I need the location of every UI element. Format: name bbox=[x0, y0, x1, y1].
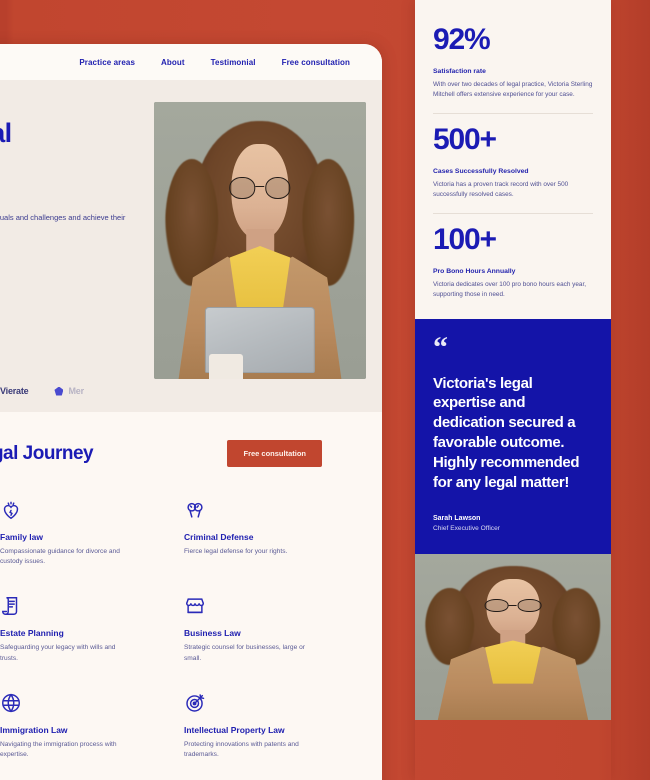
partner-item-vierate: Vierate bbox=[0, 386, 29, 396]
practice-card-description: Navigating the immigration process with … bbox=[0, 740, 117, 759]
practice-card-description: Compassionate guidance for divorce and c… bbox=[0, 548, 120, 566]
partner-name: Mer bbox=[68, 386, 84, 396]
practice-section-title: ur Legal Journey bbox=[0, 442, 94, 464]
storefront-icon bbox=[184, 595, 206, 617]
left-page-card: Practice areas About Testimonial Free co… bbox=[0, 44, 382, 780]
practice-cards-grid: Family law Compassionate guidance for di… bbox=[0, 499, 348, 760]
free-consultation-button[interactable]: Free consultation bbox=[227, 440, 322, 467]
portrait-illustration bbox=[154, 102, 366, 379]
pentagon-logo-icon bbox=[54, 386, 64, 396]
stat-description: With over two decades of legal practice,… bbox=[433, 80, 593, 98]
practice-card-immigration-law[interactable]: Immigration Law Navigating the immigrati… bbox=[0, 692, 164, 760]
portrait-glasses bbox=[484, 598, 542, 613]
practice-card-description: Strategic counsel for businesses, large … bbox=[184, 644, 305, 662]
testimonial-section: “ Victoria's legal expertise and dedicat… bbox=[415, 319, 611, 555]
practice-card-description: Protecting innovations with patents and … bbox=[184, 740, 299, 759]
practice-card-title: Criminal Defense bbox=[184, 532, 254, 542]
partner-item-mer: Mer bbox=[54, 386, 84, 396]
globe-icon bbox=[0, 692, 22, 714]
practice-card-title: Estate Planning bbox=[0, 628, 64, 639]
portrait-cuff bbox=[209, 354, 244, 379]
heart-pulse-icon bbox=[0, 499, 22, 521]
portrait-glasses bbox=[229, 176, 291, 199]
stat-value: 100+ bbox=[433, 223, 497, 256]
practice-header: ur Legal Journey Free consultation bbox=[0, 440, 348, 467]
nav-link-about[interactable]: About bbox=[161, 58, 185, 67]
stat-description: Victoria dedicates over 100 pro bono hou… bbox=[433, 280, 587, 298]
statistics-section: 92% Satisfaction rate With over two deca… bbox=[415, 0, 611, 319]
stat-item-pro-bono-hours: 100+ Pro Bono Hours Annually Victoria de… bbox=[433, 214, 593, 313]
practice-card-title: Intellectual Property Law bbox=[184, 724, 285, 735]
practice-card-intellectual-property-law[interactable]: Intellectual Property Law Protecting inn… bbox=[184, 692, 348, 760]
hero-title-line1: Legal bbox=[0, 118, 12, 148]
stat-value: 500+ bbox=[433, 123, 497, 156]
practice-card-estate-planning[interactable]: Estate Planning Safeguarding your legacy… bbox=[0, 595, 164, 663]
partner-name: Vierate bbox=[0, 386, 29, 396]
scroll-document-icon bbox=[0, 595, 22, 617]
top-navigation: Practice areas About Testimonial Free co… bbox=[0, 44, 382, 80]
testimonial-author-role: Chief Executive Officer bbox=[433, 525, 500, 533]
stat-item-satisfaction-rate: 92% Satisfaction rate With over two deca… bbox=[433, 14, 593, 114]
stat-value: 92% bbox=[433, 23, 491, 56]
quote-mark-icon: “ bbox=[433, 331, 448, 364]
nav-link-practice-areas[interactable]: Practice areas bbox=[79, 58, 135, 67]
practice-card-title: Business Law bbox=[184, 628, 241, 639]
practice-card-description: Safeguarding your legacy with wills and … bbox=[0, 644, 116, 662]
stat-label: Pro Bono Hours Annually bbox=[433, 267, 516, 275]
hero-text-column: Legal n ce to help individuals and chall… bbox=[0, 102, 140, 394]
practice-card-title: Family law bbox=[0, 532, 43, 542]
testimonial-author-name: Sarah Lawson bbox=[433, 515, 481, 523]
hero-portrait-image bbox=[154, 102, 366, 379]
hero-section: Legal n ce to help individuals and chall… bbox=[0, 80, 382, 412]
practice-card-criminal-defense[interactable]: Criminal Defense Fierce legal defense fo… bbox=[184, 499, 348, 567]
practice-card-title: Immigration Law bbox=[0, 724, 68, 735]
practice-card-family-law[interactable]: Family law Compassionate guidance for di… bbox=[0, 499, 164, 567]
target-badge-icon bbox=[184, 692, 206, 714]
testimonial-portrait-image bbox=[415, 554, 611, 721]
nav-link-free-consultation[interactable]: Free consultation bbox=[282, 58, 350, 67]
practice-card-description: Fierce legal defense for your rights. bbox=[184, 548, 288, 555]
stat-label: Cases Successfully Resolved bbox=[433, 167, 529, 175]
portrait-illustration bbox=[415, 554, 611, 721]
right-page-panel: 92% Satisfaction rate With over two deca… bbox=[415, 0, 611, 780]
stat-item-cases-resolved: 500+ Cases Successfully Resolved Victori… bbox=[433, 114, 593, 214]
practice-card-business-law[interactable]: Business Law Strategic counsel for busin… bbox=[184, 595, 348, 663]
gavel-handcuffs-icon bbox=[184, 499, 206, 521]
hero-body-text: ce to help individuals and challenges an… bbox=[0, 213, 126, 223]
nav-link-testimonial[interactable]: Testimonial bbox=[211, 58, 256, 67]
stat-description: Victoria has a proven track record with … bbox=[433, 180, 569, 198]
stat-label: Satisfaction rate bbox=[433, 67, 486, 75]
practice-areas-section: ur Legal Journey Free consultation Famil… bbox=[0, 412, 382, 780]
hero-title: Legal n bbox=[0, 118, 144, 178]
partner-logos: Vierate Mer bbox=[0, 386, 84, 396]
testimonial-quote: Victoria's legal expertise and dedicatio… bbox=[433, 374, 580, 492]
